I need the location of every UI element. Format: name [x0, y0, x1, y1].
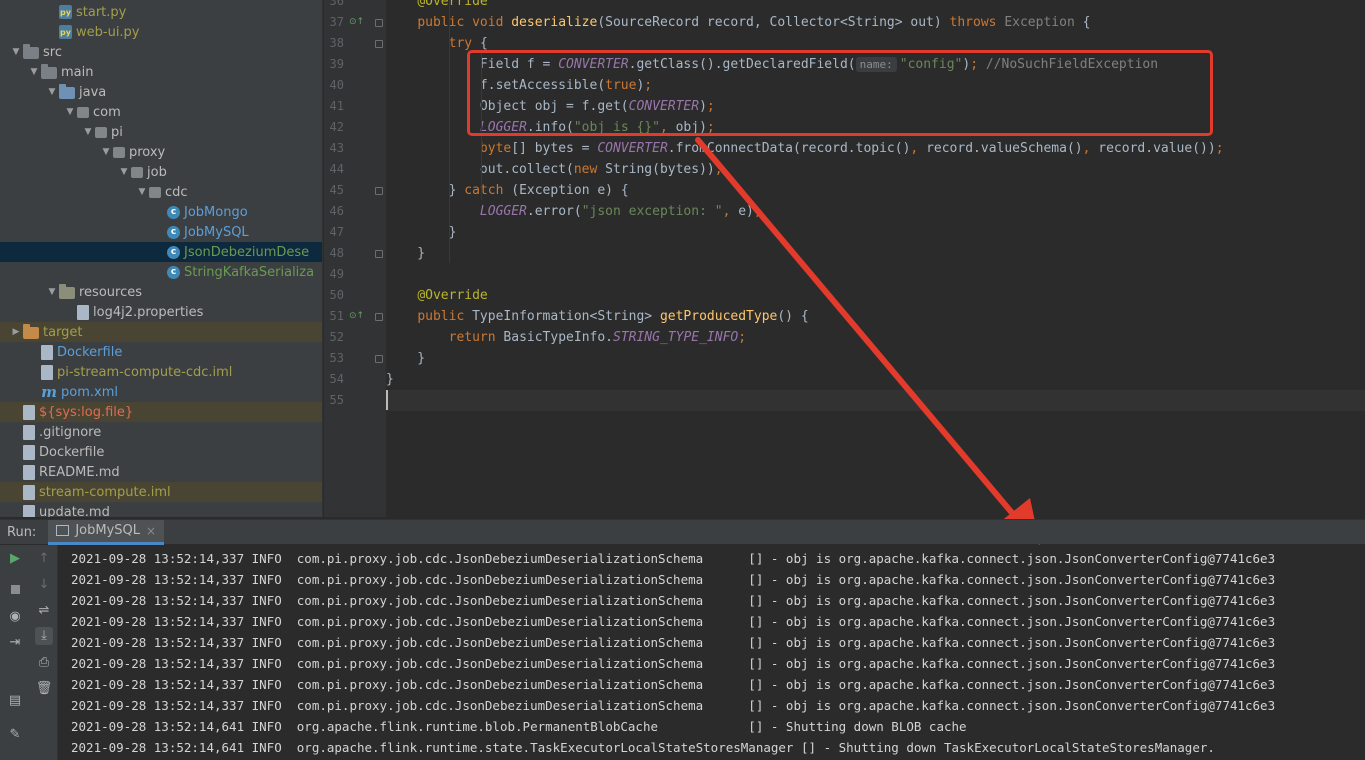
log-line: 2021-09-28 13:52:14,337 INFO com.pi.prox… — [71, 551, 1276, 566]
up-arrow-icon[interactable]: ↑ — [35, 550, 53, 568]
run-tab-label: JobMySQL — [75, 523, 140, 538]
log-line: 2021-09-28 13:52:14,337 INFO com.pi.prox… — [71, 656, 1276, 671]
run-panel-header: Run: JobMySQL × — [0, 519, 1365, 545]
down-arrow-icon[interactable]: ↓ — [35, 576, 53, 594]
log-line: 2021-09-28 13:52:14,337 INFO com.pi.prox… — [71, 677, 1276, 692]
run-label: Run: — [7, 524, 37, 540]
log-line: 2021-09-28 13:52:14,337 INFO com.pi.prox… — [71, 635, 1276, 650]
scroll-to-end-icon[interactable]: ⤓ — [35, 627, 53, 645]
soft-wrap-icon[interactable]: ⇌ — [35, 602, 53, 620]
camera-icon[interactable]: ◉ — [6, 608, 24, 626]
layout-icon[interactable]: ▤ — [6, 692, 24, 710]
run-icon[interactable]: ▶ — [6, 550, 24, 568]
log-line: 2021-09-28 13:52:14,641 INFO org.apache.… — [71, 719, 967, 734]
log-line: 2021-09-28 13:52:14,337 INFO com.pi.prox… — [71, 614, 1276, 629]
console-icon — [56, 525, 70, 536]
log-line: 2021-09-28 13:52:14,337 INFO com.pi.prox… — [71, 698, 1276, 713]
run-toolbar: ▶ ◉ ⇥ ▤ ✎ ↑ ↓ ⇌ ⤓ ⎙ 🗑 — [0, 545, 58, 760]
trash-icon[interactable]: 🗑 — [35, 680, 53, 698]
stop-icon[interactable] — [6, 582, 24, 600]
print-icon[interactable]: ⎙ — [35, 654, 53, 672]
console-output[interactable]: 2021-09-28 13:52:14,337 INFO com.pi.prox… — [59, 545, 1365, 760]
login-icon[interactable]: ⇥ — [6, 634, 24, 652]
pin-icon[interactable]: ✎ — [6, 726, 24, 744]
run-tab-jobmysql[interactable]: JobMySQL × — [48, 519, 165, 545]
log-line: 2021-09-28 13:52:14,641 INFO org.apache.… — [71, 740, 1215, 755]
close-icon[interactable]: × — [146, 524, 156, 538]
log-line: 2021-09-28 13:52:14,337 INFO com.pi.prox… — [71, 572, 1276, 587]
log-line: 2021-09-28 13:52:14,337 INFO com.pi.prox… — [71, 593, 1276, 608]
